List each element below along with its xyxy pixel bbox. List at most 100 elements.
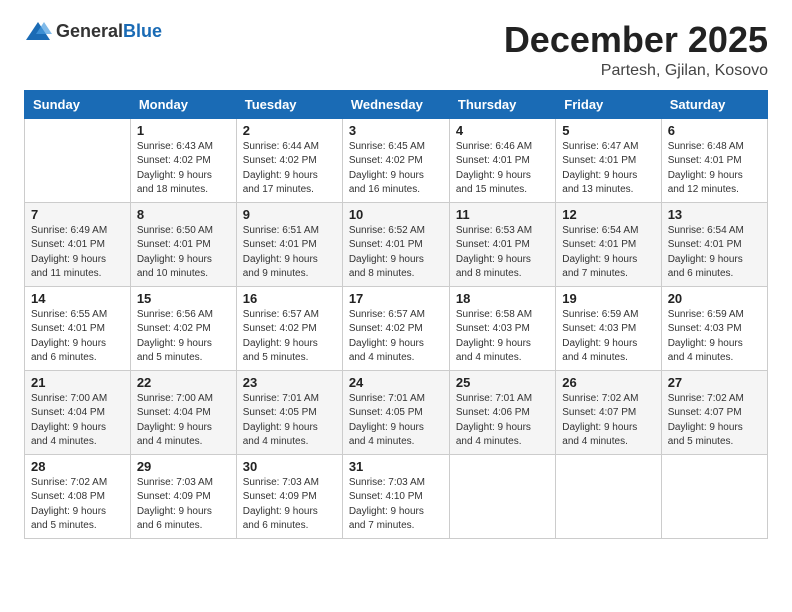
col-friday: Friday: [556, 90, 661, 118]
calendar-cell: 29Sunrise: 7:03 AM Sunset: 4:09 PM Dayli…: [130, 454, 236, 538]
day-info: Sunrise: 7:03 AM Sunset: 4:09 PM Dayligh…: [243, 476, 336, 534]
day-number: 4: [456, 123, 549, 138]
calendar-cell: [556, 454, 661, 538]
table-row: 14 Sunrise: 6:55 AM Sunset: 4:01 PM Dayli…: [25, 286, 768, 370]
day-info: Sunrise: 6:44 AM Sunset: 4:02 PM Dayligh…: [243, 140, 336, 198]
logo-icon: [24, 20, 52, 42]
day-info: Sunrise: 6:46 AM Sunset: 4:01 PM Dayligh…: [456, 140, 549, 198]
day-info: Sunrise: 6:54 AM Sunset: 4:01 PM Dayligh…: [668, 224, 761, 282]
day-info: Sunrise: 7:01 AM Sunset: 4:05 PM Dayligh…: [349, 392, 443, 450]
calendar-cell: 11 Sunrise: 6:53 AM Sunset: 4:01 PM Dayli…: [449, 202, 555, 286]
table-row: 28 Sunrise: 7:02 AM Sunset: 4:08 PM Dayli…: [25, 454, 768, 538]
location-subtitle: Partesh, Gjilan, Kosovo: [504, 62, 768, 80]
calendar-cell: 27 Sunrise: 7:02 AM Sunset: 4:07 PM Dayli…: [661, 370, 767, 454]
logo: GeneralBlue: [24, 20, 162, 42]
day-info: Sunrise: 6:57 AM Sunset: 4:02 PM Dayligh…: [243, 308, 336, 366]
day-number: 24: [349, 375, 443, 390]
day-number: 28: [31, 459, 124, 474]
day-info: Sunrise: 6:53 AM Sunset: 4:01 PM Dayligh…: [456, 224, 549, 282]
day-number: 9: [243, 207, 336, 222]
calendar-table: Sunday Monday Tuesday Wednesday Thursday…: [24, 90, 768, 539]
col-monday: Monday: [130, 90, 236, 118]
day-info: Sunrise: 6:43 AM Sunset: 4:02 PM Dayligh…: [137, 140, 230, 198]
day-info: Sunrise: 6:48 AM Sunset: 4:01 PM Dayligh…: [668, 140, 761, 198]
logo-general: General: [56, 21, 123, 41]
header: GeneralBlue December 2025 Partesh, Gjila…: [24, 20, 768, 80]
day-info: Sunrise: 6:51 AM Sunset: 4:01 PM Dayligh…: [243, 224, 336, 282]
day-info: Sunrise: 7:01 AM Sunset: 4:05 PM Dayligh…: [243, 392, 336, 450]
day-number: 22: [137, 375, 230, 390]
day-info: Sunrise: 6:56 AM Sunset: 4:02 PM Dayligh…: [137, 308, 230, 366]
day-number: 15: [137, 291, 230, 306]
day-number: 2: [243, 123, 336, 138]
calendar-page: GeneralBlue December 2025 Partesh, Gjila…: [0, 0, 792, 612]
calendar-cell: 25Sunrise: 7:01 AM Sunset: 4:06 PM Dayli…: [449, 370, 555, 454]
day-number: 26: [562, 375, 654, 390]
calendar-cell: 12 Sunrise: 6:54 AM Sunset: 4:01 PM Dayli…: [556, 202, 661, 286]
day-info: Sunrise: 6:52 AM Sunset: 4:01 PM Dayligh…: [349, 224, 443, 282]
calendar-cell: 31 Sunrise: 7:03 AM Sunset: 4:10 PM Dayli…: [342, 454, 449, 538]
day-number: 17: [349, 291, 443, 306]
calendar-cell: 30Sunrise: 7:03 AM Sunset: 4:09 PM Dayli…: [236, 454, 342, 538]
day-number: 3: [349, 123, 443, 138]
col-tuesday: Tuesday: [236, 90, 342, 118]
calendar-cell: 8 Sunrise: 6:50 AM Sunset: 4:01 PM Daylig…: [130, 202, 236, 286]
day-info: Sunrise: 7:03 AM Sunset: 4:09 PM Dayligh…: [137, 476, 230, 534]
day-info: Sunrise: 7:00 AM Sunset: 4:04 PM Dayligh…: [31, 392, 124, 450]
calendar-cell: 18Sunrise: 6:58 AM Sunset: 4:03 PM Dayli…: [449, 286, 555, 370]
day-info: Sunrise: 6:49 AM Sunset: 4:01 PM Dayligh…: [31, 224, 124, 282]
day-number: 21: [31, 375, 124, 390]
day-number: 31: [349, 459, 443, 474]
calendar-cell: 14 Sunrise: 6:55 AM Sunset: 4:01 PM Dayli…: [25, 286, 131, 370]
calendar-cell: 9 Sunrise: 6:51 AM Sunset: 4:01 PM Daylig…: [236, 202, 342, 286]
day-number: 6: [668, 123, 761, 138]
day-info: Sunrise: 6:57 AM Sunset: 4:02 PM Dayligh…: [349, 308, 443, 366]
calendar-cell: 24 Sunrise: 7:01 AM Sunset: 4:05 PM Dayli…: [342, 370, 449, 454]
table-row: 21 Sunrise: 7:00 AM Sunset: 4:04 PM Dayli…: [25, 370, 768, 454]
day-info: Sunrise: 6:47 AM Sunset: 4:01 PM Dayligh…: [562, 140, 654, 198]
day-number: 1: [137, 123, 230, 138]
calendar-cell: 23 Sunrise: 7:01 AM Sunset: 4:05 PM Dayli…: [236, 370, 342, 454]
day-number: 23: [243, 375, 336, 390]
col-wednesday: Wednesday: [342, 90, 449, 118]
col-thursday: Thursday: [449, 90, 555, 118]
day-number: 27: [668, 375, 761, 390]
day-info: Sunrise: 7:00 AM Sunset: 4:04 PM Dayligh…: [137, 392, 230, 450]
calendar-cell: 21 Sunrise: 7:00 AM Sunset: 4:04 PM Dayli…: [25, 370, 131, 454]
month-title: December 2025: [504, 20, 768, 60]
calendar-cell: 6 Sunrise: 6:48 AM Sunset: 4:01 PM Daylig…: [661, 118, 767, 202]
calendar-cell: 16 Sunrise: 6:57 AM Sunset: 4:02 PM Dayli…: [236, 286, 342, 370]
day-number: 5: [562, 123, 654, 138]
day-info: Sunrise: 7:02 AM Sunset: 4:07 PM Dayligh…: [668, 392, 761, 450]
day-info: Sunrise: 6:50 AM Sunset: 4:01 PM Dayligh…: [137, 224, 230, 282]
col-saturday: Saturday: [661, 90, 767, 118]
day-number: 13: [668, 207, 761, 222]
day-info: Sunrise: 6:54 AM Sunset: 4:01 PM Dayligh…: [562, 224, 654, 282]
day-number: 8: [137, 207, 230, 222]
calendar-cell: 26Sunrise: 7:02 AM Sunset: 4:07 PM Dayli…: [556, 370, 661, 454]
day-number: 12: [562, 207, 654, 222]
calendar-cell: 1 Sunrise: 6:43 AM Sunset: 4:02 PM Daylig…: [130, 118, 236, 202]
day-info: Sunrise: 6:59 AM Sunset: 4:03 PM Dayligh…: [668, 308, 761, 366]
calendar-cell: 20Sunrise: 6:59 AM Sunset: 4:03 PM Dayli…: [661, 286, 767, 370]
day-number: 7: [31, 207, 124, 222]
day-info: Sunrise: 7:03 AM Sunset: 4:10 PM Dayligh…: [349, 476, 443, 534]
calendar-cell: 3Sunrise: 6:45 AM Sunset: 4:02 PM Daylig…: [342, 118, 449, 202]
day-number: 16: [243, 291, 336, 306]
table-row: 7 Sunrise: 6:49 AM Sunset: 4:01 PM Daylig…: [25, 202, 768, 286]
day-info: Sunrise: 6:55 AM Sunset: 4:01 PM Dayligh…: [31, 308, 124, 366]
day-info: Sunrise: 7:02 AM Sunset: 4:08 PM Dayligh…: [31, 476, 124, 534]
calendar-cell: 5 Sunrise: 6:47 AM Sunset: 4:01 PM Daylig…: [556, 118, 661, 202]
calendar-cell: 17 Sunrise: 6:57 AM Sunset: 4:02 PM Dayli…: [342, 286, 449, 370]
logo-blue: Blue: [123, 21, 162, 41]
calendar-cell: 28 Sunrise: 7:02 AM Sunset: 4:08 PM Dayli…: [25, 454, 131, 538]
calendar-cell: [25, 118, 131, 202]
col-sunday: Sunday: [25, 90, 131, 118]
calendar-cell: 7 Sunrise: 6:49 AM Sunset: 4:01 PM Daylig…: [25, 202, 131, 286]
day-number: 11: [456, 207, 549, 222]
day-info: Sunrise: 6:59 AM Sunset: 4:03 PM Dayligh…: [562, 308, 654, 366]
calendar-cell: 4 Sunrise: 6:46 AM Sunset: 4:01 PM Daylig…: [449, 118, 555, 202]
table-row: 1 Sunrise: 6:43 AM Sunset: 4:02 PM Daylig…: [25, 118, 768, 202]
day-number: 14: [31, 291, 124, 306]
calendar-cell: 19Sunrise: 6:59 AM Sunset: 4:03 PM Dayli…: [556, 286, 661, 370]
